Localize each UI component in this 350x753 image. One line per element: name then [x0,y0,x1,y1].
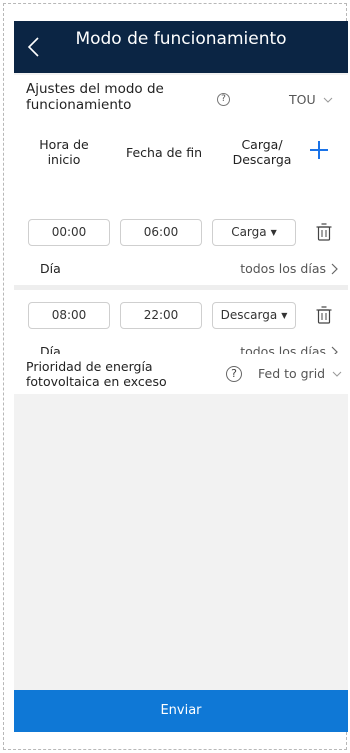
start-time-field[interactable]: 00:00 [28,219,110,246]
caret-down-icon: ▼ [270,228,277,237]
trash-icon[interactable] [316,306,332,324]
day-label: Día [40,261,61,276]
add-schedule-button[interactable] [310,141,328,159]
chevron-right-icon[interactable] [330,262,340,276]
chevron-left-icon [27,37,39,57]
mode-value: TOU [289,92,316,107]
app-screen: Modo de funcionamiento Ajustes del modo … [14,21,348,732]
end-time-field[interactable]: 22:00 [120,302,202,329]
help-icon[interactable]: ? [226,366,242,382]
mode-setting-label: Ajustes del modo de funcionamiento [26,81,164,113]
pv-priority-label: Prioridad de energía fotovoltaica en exc… [26,359,167,389]
pv-priority-row[interactable]: Prioridad de energía fotovoltaica en exc… [14,354,348,394]
trash-icon[interactable] [316,223,332,241]
mode-dropdown[interactable]: TOU [289,92,332,107]
chevron-down-icon [332,371,342,377]
help-icon[interactable]: ? [217,93,230,106]
type-select[interactable]: Carga ▼ [212,219,296,246]
caret-down-icon: ▼ [281,311,288,320]
header-bar: Modo de funcionamiento [14,21,348,73]
pv-priority-dropdown[interactable]: Fed to grid [258,366,342,381]
page-title: Modo de funcionamiento [75,29,287,49]
header-end-date: Fecha de fin [125,145,203,160]
type-value: Carga [231,225,267,239]
divider [14,285,348,290]
submit-button[interactable]: Enviar [14,690,348,732]
end-time-field[interactable]: 06:00 [120,219,202,246]
start-time-field[interactable]: 08:00 [28,302,110,329]
day-value[interactable]: todos los días [240,261,326,276]
schedule-card: Hora de inicio Fecha de fin Carga/ Desca… [14,119,348,387]
type-select[interactable]: Descarga ▼ [212,302,296,329]
pv-priority-value: Fed to grid [258,366,326,381]
chevron-down-icon [323,97,332,103]
type-value: Descarga [220,308,278,322]
header-start-time: Hora de inicio [39,137,89,167]
back-button[interactable] [24,35,44,59]
header-charge-discharge: Carga/ Descarga [232,137,292,167]
